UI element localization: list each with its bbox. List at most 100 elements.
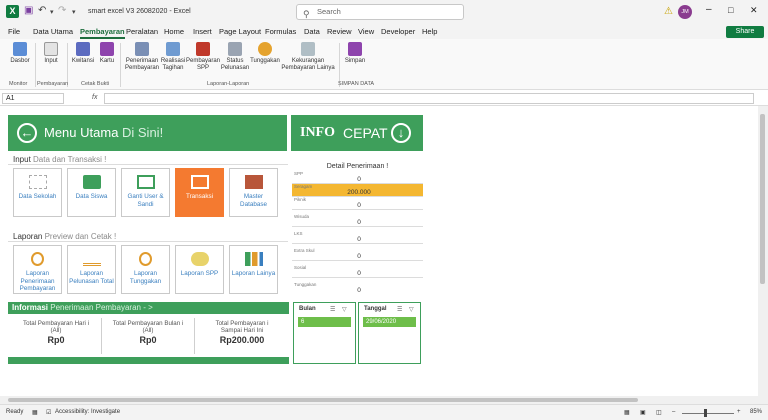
- undo-dropdown-icon[interactable]: ▾: [50, 8, 54, 16]
- page-break-view-icon[interactable]: ◫: [656, 409, 662, 416]
- title-bar: X ▣ ↶ ▾ ↷ ▾ smart excel V3 26082020 - Ex…: [0, 0, 768, 24]
- page-layout-view-icon[interactable]: ▣: [640, 409, 646, 416]
- tile-master-database[interactable]: Master Database: [229, 168, 278, 217]
- maximize-icon[interactable]: □: [728, 5, 733, 15]
- accessibility-icon[interactable]: ☑: [46, 409, 51, 416]
- kwitansi-button[interactable]: Kwitansi: [70, 42, 96, 65]
- detail-label: SPP: [294, 171, 304, 176]
- zoom-level[interactable]: 85%: [750, 409, 762, 415]
- tab-insert[interactable]: Insert: [193, 27, 212, 36]
- kartu-button[interactable]: Kartu: [97, 42, 117, 65]
- info-cell-total: Total Pembayaran i Sampai Hari Ini Rp200.0…: [197, 320, 287, 345]
- realisasi-button[interactable]: Realisasi Tagihan: [160, 42, 186, 72]
- tab-formulas[interactable]: Formulas: [265, 27, 296, 36]
- minimize-icon[interactable]: –: [706, 4, 712, 15]
- menu-title-main: Menu Utama: [44, 125, 119, 140]
- undo-icon[interactable]: ↶: [38, 5, 46, 16]
- tab-home[interactable]: Home: [164, 27, 184, 36]
- ribbon-separator: [120, 43, 121, 87]
- report-icon: [135, 42, 149, 56]
- info-value: Rp0: [139, 335, 157, 345]
- share-arrow-icon: [190, 175, 209, 189]
- macro-icon[interactable]: ▦: [32, 409, 38, 416]
- down-arrow-icon[interactable]: ↓: [391, 123, 411, 143]
- tile-laporan-pelunasan[interactable]: Laporan Pelunasan Total: [67, 245, 116, 294]
- fx-icon[interactable]: fx: [92, 94, 97, 101]
- info-cepat-header: INFO CEPAT ↓: [291, 115, 423, 151]
- formula-input[interactable]: [104, 93, 754, 104]
- save-icon[interactable]: ▣: [24, 5, 33, 16]
- avatar[interactable]: JM: [678, 5, 692, 19]
- tile-data-sekolah[interactable]: Data Sekolah: [13, 168, 62, 217]
- multi-select-icon[interactable]: ☰: [397, 306, 402, 313]
- kartu-label: Kartu: [99, 58, 115, 64]
- tile-laporan-tunggakan[interactable]: Laporan Tunggakan: [121, 245, 170, 294]
- glasses-icon: [82, 252, 101, 266]
- name-box[interactable]: A1: [2, 93, 64, 104]
- tab-file[interactable]: File: [8, 27, 20, 36]
- scroll-thumb[interactable]: [760, 114, 765, 284]
- status-pelunasan-button[interactable]: Status Pelunasan: [220, 42, 250, 72]
- penerimaan-label: Penerimaan Pembayaran: [124, 58, 160, 71]
- tab-view[interactable]: View: [358, 27, 374, 36]
- detail-row: Piknik 0: [292, 197, 423, 210]
- normal-view-icon[interactable]: ▦: [624, 409, 630, 416]
- warning-icon[interactable]: ⚠: [664, 6, 673, 17]
- share-button[interactable]: Share: [726, 26, 764, 38]
- tab-data-utama[interactable]: Data Utama: [33, 27, 73, 36]
- tab-data[interactable]: Data: [304, 27, 320, 36]
- tab-page-layout[interactable]: Page Layout: [219, 27, 261, 36]
- tab-developer[interactable]: Developer: [381, 27, 415, 36]
- tunggakan-button[interactable]: Tunggakan: [250, 42, 280, 65]
- kekurangan-button[interactable]: Kekurangan Pembayaran Lainya: [280, 42, 336, 72]
- info-label: Total Pembayaran Hari i: [22, 320, 90, 327]
- tile-ganti-user[interactable]: Ganti User & Sandi: [121, 168, 170, 217]
- tab-review[interactable]: Review: [327, 27, 352, 36]
- clear-filter-icon[interactable]: ▽: [409, 306, 414, 313]
- status-accessibility[interactable]: Accessibility: Investigate: [55, 409, 120, 415]
- slicer-item[interactable]: 6: [298, 317, 351, 327]
- dasbor-button[interactable]: Dasbor: [6, 42, 34, 65]
- penerimaan-button[interactable]: Penerimaan Pembayaran: [123, 42, 161, 72]
- search-box[interactable]: ⚲ Search: [296, 4, 464, 20]
- tile-laporan-spp[interactable]: Laporan SPP: [175, 245, 224, 294]
- clear-filter-icon[interactable]: ▽: [342, 306, 347, 313]
- detail-label: LKS: [294, 231, 303, 236]
- menu-title-light: Di Sini!: [122, 125, 164, 140]
- detail-row: Seragam 200.000: [292, 184, 423, 197]
- tab-peralatan[interactable]: Peralatan: [126, 27, 158, 36]
- tile-laporan-lainya[interactable]: Laporan Lainya: [229, 245, 278, 294]
- simpan-button[interactable]: Simpan: [342, 42, 368, 65]
- receipt-icon: [76, 42, 90, 56]
- zoom-out-icon[interactable]: –: [672, 409, 675, 415]
- realisasi-label: Realisasi Tagihan: [160, 58, 186, 71]
- customize-qat-icon[interactable]: ▾: [72, 8, 76, 16]
- scroll-thumb[interactable]: [8, 398, 638, 402]
- zoom-in-icon[interactable]: +: [737, 409, 741, 415]
- tab-pembayaran[interactable]: Pembayaran: [80, 27, 125, 39]
- multi-select-icon[interactable]: ☰: [330, 306, 335, 313]
- slicer-tanggal[interactable]: Tanggal ☰ ▽ 29/06/2020: [358, 302, 421, 364]
- input-label: Input: [44, 58, 58, 64]
- tile-transaksi[interactable]: Transaksi: [175, 168, 224, 217]
- slicer-item[interactable]: 29/06/2020: [363, 317, 416, 327]
- redo-icon[interactable]: ↷: [58, 5, 66, 16]
- vertical-scrollbar[interactable]: [758, 106, 768, 396]
- tile-laporan-penerimaan[interactable]: Laporan Penerimaan Pembayaran: [13, 245, 62, 294]
- detail-title: Detail Penerimaan !: [326, 163, 389, 170]
- detail-row: LKS 0: [292, 231, 423, 244]
- detail-label: Piknik: [294, 197, 307, 202]
- tile-data-siswa[interactable]: Data Siswa: [67, 168, 116, 217]
- zoom-slider[interactable]: [682, 413, 734, 414]
- tile-label: Ganti User & Sandi: [127, 193, 164, 208]
- pembayaran-spp-button[interactable]: Pembayaran SPP: [186, 42, 220, 72]
- back-arrow-icon[interactable]: ←: [17, 123, 37, 143]
- close-icon[interactable]: ✕: [750, 5, 758, 16]
- group-laporan: Laporan-Laporan: [207, 81, 250, 87]
- tab-help[interactable]: Help: [422, 27, 437, 36]
- search-placeholder: Search: [317, 7, 341, 16]
- zoom-thumb[interactable]: [704, 409, 707, 417]
- input-button[interactable]: Input: [39, 42, 63, 65]
- horizontal-scrollbar[interactable]: [0, 396, 768, 404]
- slicer-bulan[interactable]: Bulan ☰ ▽ 6: [293, 302, 356, 364]
